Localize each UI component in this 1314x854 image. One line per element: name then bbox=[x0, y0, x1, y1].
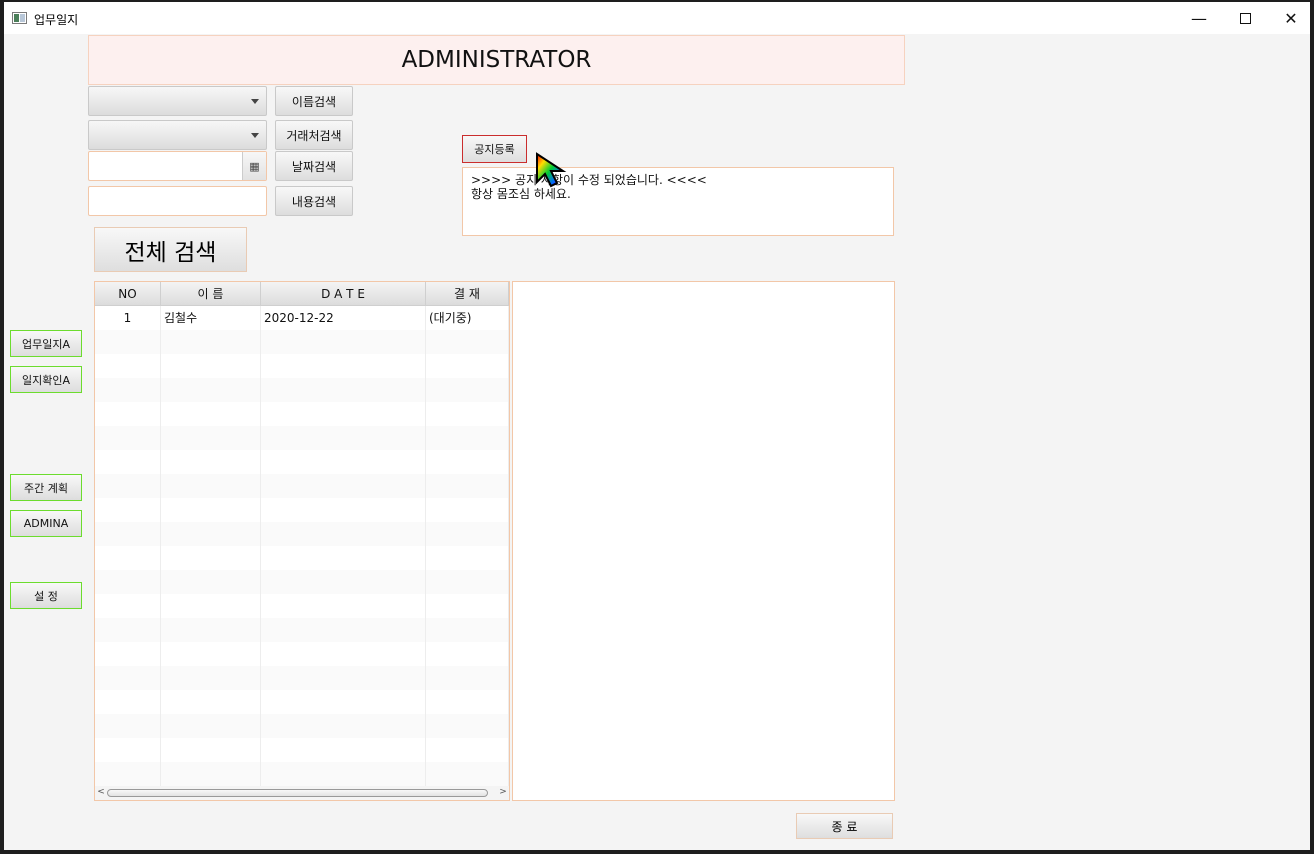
scroll-thumb[interactable] bbox=[107, 789, 488, 797]
client-search-button[interactable]: 거래처검색 bbox=[275, 120, 353, 150]
log-table[interactable]: NO 이 름 D A T E 결 재 1 김철수 2020-12-22 (대기중… bbox=[94, 281, 510, 801]
cell-name: 김철수 bbox=[161, 306, 261, 330]
name-combo[interactable] bbox=[88, 86, 267, 116]
close-button[interactable]: ✕ bbox=[1268, 2, 1314, 34]
sidebar-item-daily-log[interactable]: 업무일지A bbox=[10, 330, 82, 357]
table-row[interactable] bbox=[95, 738, 509, 762]
table-row[interactable] bbox=[95, 330, 509, 354]
calendar-icon[interactable]: ▦ bbox=[242, 152, 266, 180]
minimize-button[interactable]: — bbox=[1176, 2, 1222, 34]
chevron-down-icon bbox=[251, 133, 259, 138]
application-window: 업무일지 — ✕ ADMINISTRATOR ▦ 이름검색 거래처검색 날짜검색… bbox=[4, 2, 1310, 850]
table-row[interactable] bbox=[95, 354, 509, 378]
table-row[interactable] bbox=[95, 522, 509, 546]
name-search-button[interactable]: 이름검색 bbox=[275, 86, 353, 116]
log-content-area[interactable] bbox=[512, 281, 895, 801]
column-header-approval[interactable]: 결 재 bbox=[426, 282, 509, 306]
exit-button[interactable]: 종 료 bbox=[796, 813, 893, 839]
table-body: 1 김철수 2020-12-22 (대기중) bbox=[95, 306, 509, 786]
scroll-left-icon[interactable]: < bbox=[96, 787, 106, 798]
sidebar-item-log-check[interactable]: 일지확인A bbox=[10, 366, 82, 393]
notice-register-button[interactable]: 공지등록 bbox=[462, 135, 527, 163]
table-row[interactable] bbox=[95, 618, 509, 642]
table-row[interactable] bbox=[95, 642, 509, 666]
table-row[interactable] bbox=[95, 426, 509, 450]
column-header-name[interactable]: 이 름 bbox=[161, 282, 261, 306]
date-picker[interactable]: ▦ bbox=[88, 151, 267, 181]
all-search-button[interactable]: 전체 검색 bbox=[94, 227, 247, 272]
table-row[interactable] bbox=[95, 546, 509, 570]
table-row[interactable] bbox=[95, 474, 509, 498]
sidebar-item-weekly-plan[interactable]: 주간 계획 bbox=[10, 474, 82, 501]
table-row[interactable] bbox=[95, 402, 509, 426]
table-row[interactable] bbox=[95, 762, 509, 786]
table-row[interactable] bbox=[95, 498, 509, 522]
maximize-button[interactable] bbox=[1222, 2, 1268, 34]
table-row[interactable]: 1 김철수 2020-12-22 (대기중) bbox=[95, 306, 509, 330]
column-header-date[interactable]: D A T E bbox=[261, 282, 426, 306]
scroll-right-icon[interactable]: > bbox=[498, 787, 508, 798]
date-search-button[interactable]: 날짜검색 bbox=[275, 151, 353, 181]
table-row[interactable] bbox=[95, 378, 509, 402]
client-combo[interactable] bbox=[88, 120, 267, 150]
table-row[interactable] bbox=[95, 666, 509, 690]
cell-no: 1 bbox=[95, 306, 161, 330]
table-row[interactable] bbox=[95, 570, 509, 594]
table-row[interactable] bbox=[95, 594, 509, 618]
cell-status: (대기중) bbox=[426, 306, 509, 330]
notice-line-2: 항상 몸조심 하세요. bbox=[471, 187, 571, 201]
table-row[interactable] bbox=[95, 450, 509, 474]
notice-line-1: >>>> 공지 사항이 수정 되었습니다. <<<< bbox=[471, 173, 707, 187]
title-bar: 업무일지 — ✕ bbox=[4, 2, 1310, 34]
content-search-button[interactable]: 내용검색 bbox=[275, 186, 353, 216]
sidebar-item-admin[interactable]: ADMINA bbox=[10, 510, 82, 537]
notice-text-area[interactable]: >>>> 공지 사항이 수정 되었습니다. <<<< 항상 몸조심 하세요. bbox=[462, 167, 894, 236]
app-window-icon bbox=[12, 12, 27, 24]
horizontal-scrollbar[interactable]: < > bbox=[95, 786, 509, 800]
table-row[interactable] bbox=[95, 690, 509, 714]
window-title: 업무일지 bbox=[34, 13, 79, 27]
column-header-no[interactable]: NO bbox=[95, 282, 161, 306]
cell-date: 2020-12-22 bbox=[261, 306, 426, 330]
chevron-down-icon bbox=[251, 99, 259, 104]
sidebar-item-settings[interactable]: 설 정 bbox=[10, 582, 82, 609]
page-title: ADMINISTRATOR bbox=[88, 35, 905, 85]
maximize-icon bbox=[1239, 12, 1251, 24]
table-row[interactable] bbox=[95, 714, 509, 738]
content-input[interactable] bbox=[88, 186, 267, 216]
rainbow-pointer-icon bbox=[536, 152, 567, 188]
